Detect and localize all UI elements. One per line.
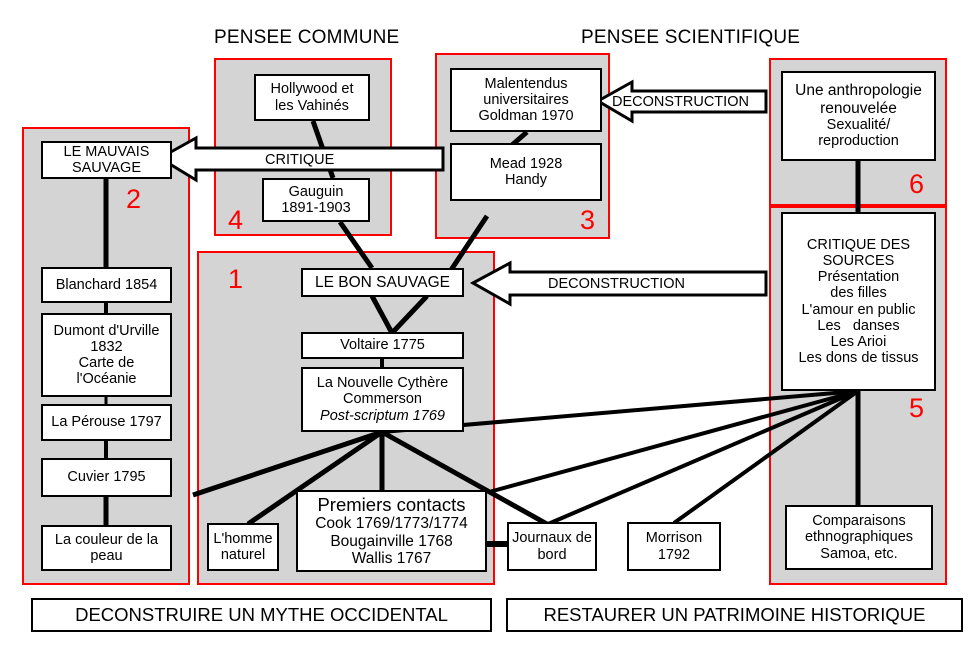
node-malentendus-universitaires[interactable]: Malentendus universitaires Goldman 1970 [450,68,602,132]
node-line-italic: Post-scriptum 1769 [320,407,445,424]
node-title: Une anthropologie [795,82,922,100]
node-line: Mead 1928 [489,155,563,172]
node-line: Gauguin [288,183,344,200]
node-la-couleur-de-la-peau[interactable]: La couleur de la peau [41,525,172,571]
node-line: 1832 [90,338,123,355]
banner-deconstruire-mythe[interactable]: DECONSTRUIRE UN MYTHE OCCIDENTAL [31,598,492,632]
node-voltaire[interactable]: Voltaire 1775 [301,332,464,359]
node-hollywood-vahines[interactable]: Hollywood et les Vahinés [254,74,370,121]
node-le-bon-sauvage[interactable]: LE BON SAUVAGE [301,268,464,297]
panel-number-6: 6 [909,169,925,199]
node-line: Samoa, etc. [820,545,898,562]
node-la-perouse[interactable]: La Pérouse 1797 [41,404,172,441]
node-line: Comparaisons [812,513,906,530]
node-line: Morrison [645,530,703,547]
node-mead-handy[interactable]: Mead 1928 Handy [450,143,602,201]
node-premiers-contacts[interactable]: Premiers contacts Cook 1769/1773/1774 Bo… [296,490,487,572]
deconstruction-mid-label: DECONSTRUCTION [548,276,685,292]
node-line: l'Océanie [76,371,137,388]
node-line: SAUVAGE [71,160,141,176]
line-bonsauvage-voltaire-a [369,294,395,335]
node-line: reproduction [818,133,899,150]
node-line: Les danses [817,317,900,334]
critique-arrow-label: CRITIQUE [265,152,335,168]
node-morrison[interactable]: Morrison 1792 [627,522,721,571]
node-line: Malentendus [484,75,568,92]
node-line: Sexualité/ [826,117,891,134]
line-gauguin-bonsauvage [337,220,375,270]
node-line: les Vahinés [275,97,349,114]
node-line: Blanchard 1854 [55,276,158,293]
node-line: Présentation [817,269,900,286]
node-line: Wallis 1767 [351,550,432,568]
panel-number-5: 5 [909,393,925,423]
node-homme-naturel[interactable]: L'homme naturel [207,523,279,571]
node-dumont-durville[interactable]: Dumont d'Urville 1832 Carte de l'Océanie [41,313,172,397]
node-critique-des-sources[interactable]: CRITIQUE DES SOURCES Présentation des fi… [781,212,936,391]
node-title: renouvelée [820,99,897,117]
node-line: Hollywood et [270,81,354,98]
deconstruction-top-label: DECONSTRUCTION [612,94,749,110]
node-line: La couleur de la [54,531,159,548]
node-comparaisons-ethnographiques[interactable]: Comparaisons ethnographiques Samoa, etc. [785,505,933,570]
node-la-nouvelle-cythere[interactable]: La Nouvelle Cythère Commerson Post-scrip… [301,367,464,432]
node-title: Premiers contacts [317,493,466,515]
node-line: Les dons de tissus [798,350,919,367]
diagram-canvas: PENSEE COMMUNE PENSEE SCIENTIFIQUE CRITI… [0,0,973,652]
node-blanchard[interactable]: Blanchard 1854 [41,267,172,303]
node-line: Carte de [78,355,135,371]
node-line: Handy [505,172,547,188]
node-line: bord [537,546,567,563]
panel-number-1: 1 [228,264,244,294]
node-line: LE MAUVAIS [63,143,150,160]
node-line: CRITIQUE DES [806,236,911,253]
banner-label: RESTAURER UN PATRIMOINE HISTORIQUE [543,604,926,625]
node-line: Les Arioi [830,333,887,350]
node-cuvier[interactable]: Cuvier 1795 [41,458,172,497]
node-line: Bougainville 1768 [330,532,453,550]
node-line: Cook 1769/1773/1774 [315,515,468,533]
banner-restaurer-patrimoine[interactable]: RESTAURER UN PATRIMOINE HISTORIQUE [506,598,963,632]
node-journaux-de-bord[interactable]: Journaux de bord [507,522,597,571]
node-line: LE BON SAUVAGE [315,273,450,291]
node-le-mauvais-sauvage[interactable]: LE MAUVAIS SAUVAGE [41,141,172,179]
node-line: naturel [220,547,266,563]
panel-number-3: 3 [580,205,596,235]
node-line: des filles [830,285,887,302]
node-line: L'homme [213,530,273,547]
node-line: 1792 [657,546,691,563]
node-line: Journaux de [512,530,592,547]
node-line: L'amour en public [801,301,916,318]
node-anthropologie-renouvelee[interactable]: Une anthropologie renouvelée Sexualité/ … [781,71,936,161]
node-line: 1891-1903 [281,200,351,216]
node-line: La Pérouse 1797 [51,414,162,431]
line-cythere-couleurpeau [192,429,383,498]
node-line: La Nouvelle Cythère [316,375,449,392]
node-line: Cuvier 1795 [67,469,146,486]
panel-number-2: 2 [126,184,142,214]
node-line: Voltaire 1775 [340,337,425,354]
node-line: peau [90,548,123,564]
node-line: SOURCES [822,252,895,269]
line-bonsauvage-voltaire-b [390,294,429,335]
node-line: ethnographiques [804,529,914,546]
banner-label: DECONSTRUIRE UN MYTHE OCCIDENTAL [75,604,448,625]
node-line: Commerson [343,391,422,408]
node-line: universitaires [483,91,569,108]
panel-number-4: 4 [228,205,244,235]
node-line: Goldman 1970 [478,108,574,125]
node-line: Dumont d'Urville [53,322,160,339]
node-gauguin[interactable]: Gauguin 1891-1903 [262,178,370,222]
